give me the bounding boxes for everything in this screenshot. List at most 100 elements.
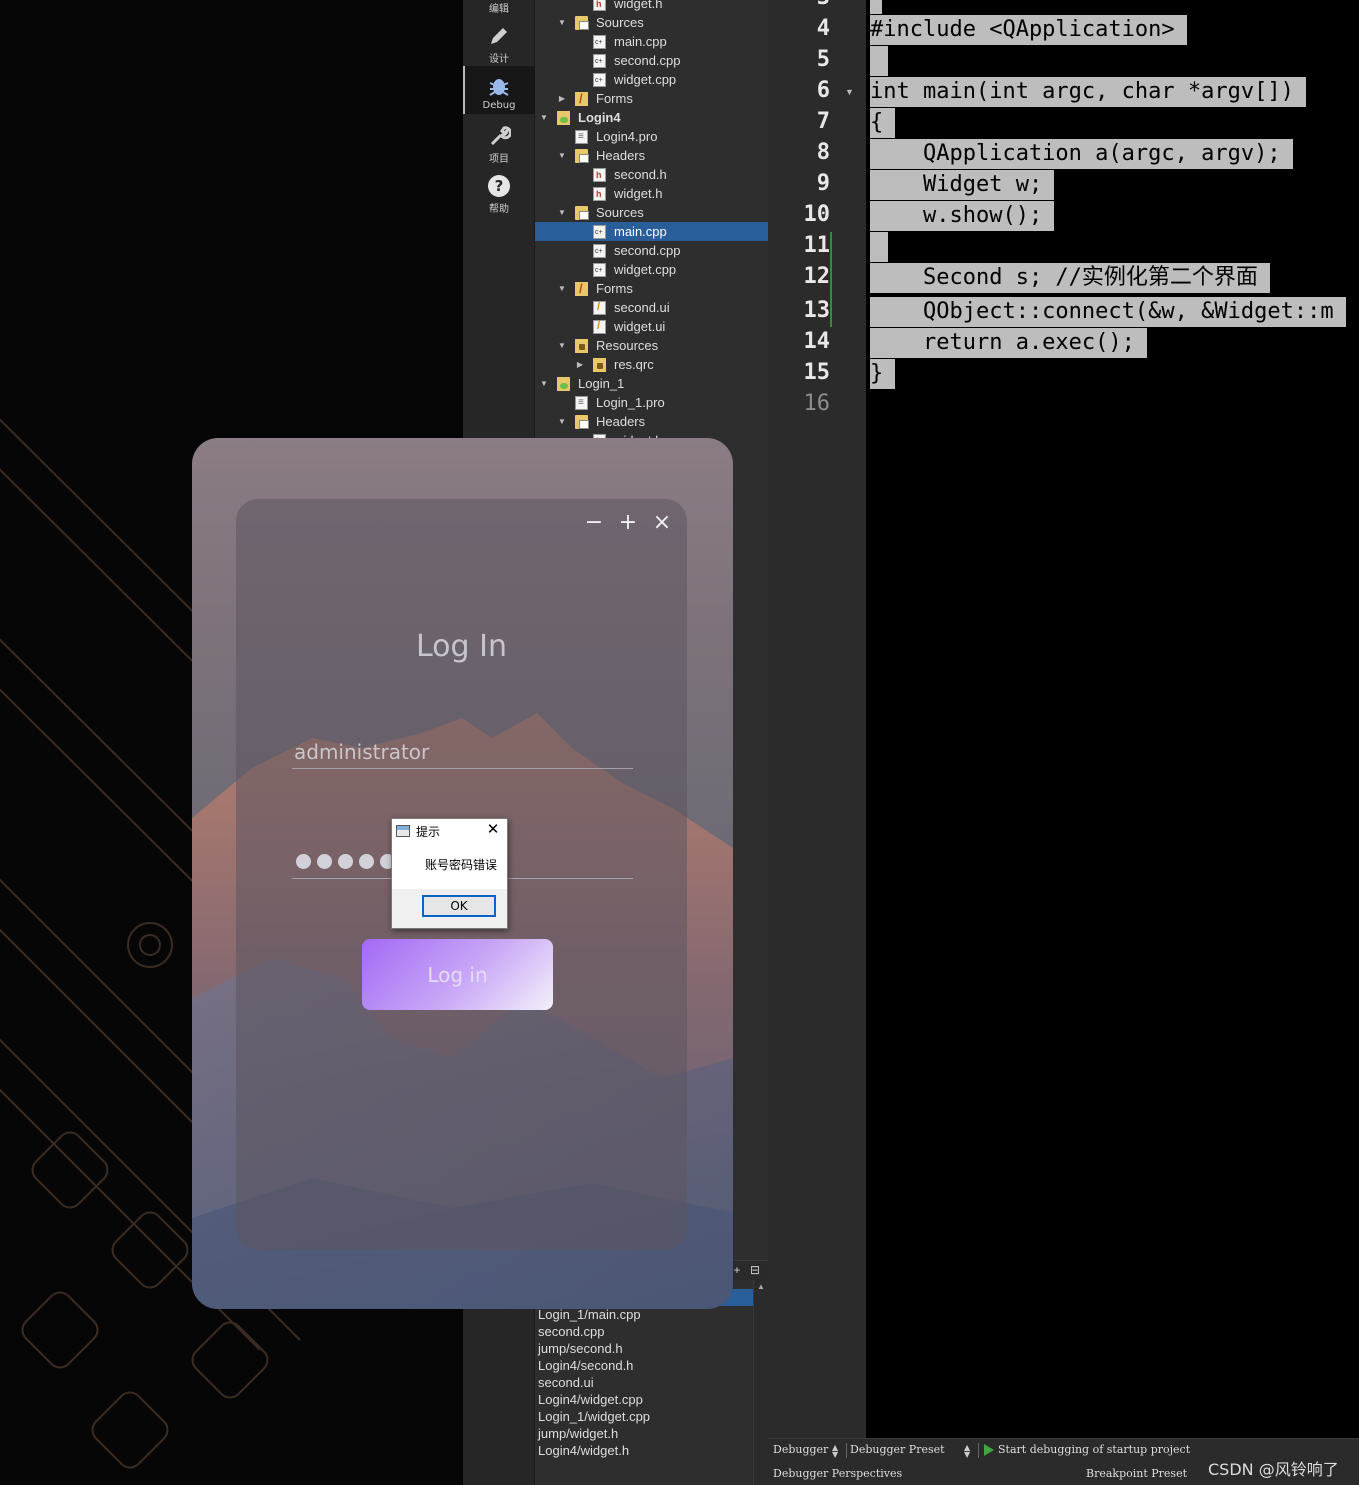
chevron-right-icon[interactable]: ▶ [575, 355, 585, 374]
tree-item[interactable]: Login_1.pro [535, 393, 768, 412]
ok-button[interactable]: OK [422, 895, 496, 917]
open-document-item[interactable]: second.ui [535, 1374, 753, 1391]
mode-help[interactable]: ? 帮助 [463, 174, 535, 216]
start-debugging-button[interactable]: Start debugging of startup project [998, 1440, 1190, 1460]
mode-design[interactable]: 设计 [463, 24, 535, 65]
breakpoint-preset[interactable]: Breakpoint Preset [1086, 1464, 1187, 1484]
line-number: 10 [803, 202, 831, 227]
spin-arrows-icon[interactable]: ▲ ▼ [832, 1444, 838, 1459]
line-number: 11 [803, 233, 831, 258]
code-line[interactable] [870, 0, 882, 14]
chevron-down-icon[interactable]: ▼ [557, 336, 567, 355]
open-document-item[interactable]: Login4/widget.h [535, 1442, 753, 1459]
username-input[interactable] [292, 735, 633, 769]
tree-item[interactable]: second.ui [535, 298, 768, 317]
tree-item-label: Login_1.pro [596, 395, 665, 410]
tree-item[interactable]: ▼ Headers [535, 146, 768, 165]
tree-item-label: widget.cpp [614, 262, 677, 277]
line-number: 7 [816, 109, 830, 134]
line-number: 13 [803, 298, 831, 323]
debugger-select[interactable]: Debugger [773, 1440, 828, 1460]
tree-item[interactable]: ▶ Forms [535, 89, 768, 108]
debugger-preset-select[interactable]: Debugger Preset [850, 1440, 945, 1460]
chevron-down-icon[interactable]: ▼ [557, 146, 567, 165]
tree-item[interactable]: ▼ Resources [535, 336, 768, 355]
mode-edit[interactable]: 编辑 [463, 0, 535, 16]
open-document-item[interactable]: Login4/second.h [535, 1357, 753, 1374]
svg-text:?: ? [495, 177, 504, 195]
tree-item[interactable]: widget.ui [535, 317, 768, 336]
tree-item[interactable]: ▼ Login4 [535, 108, 768, 127]
scroll-up-icon[interactable]: ▲ [757, 1282, 765, 1291]
code-line[interactable]: QApplication a(argc, argv); [870, 139, 1293, 169]
open-document-item[interactable]: jump/second.h [535, 1340, 753, 1357]
help-icon: ? [488, 175, 510, 197]
pencil-icon [491, 28, 507, 44]
chevron-down-icon[interactable]: ▼ [539, 374, 549, 393]
tree-item[interactable]: widget.h [535, 184, 768, 204]
tree-item[interactable]: ▼ Forms [535, 279, 768, 298]
mode-debug[interactable]: Debug [463, 66, 535, 114]
code-line[interactable]: Second s; //实例化第二个界面 [870, 263, 1270, 293]
chevron-down-icon[interactable]: ▼ [539, 108, 549, 127]
code-line[interactable]: } [870, 359, 896, 389]
code-line[interactable]: w.show(); [870, 201, 1055, 231]
code-line[interactable]: Widget w; [870, 170, 1055, 200]
close-pane-icon[interactable]: ⊟ [748, 1263, 762, 1277]
tree-item[interactable]: second.cpp [535, 241, 768, 261]
mode-label: 项目 [489, 154, 509, 165]
open-documents-scrollbar[interactable]: ▲ [753, 1280, 768, 1485]
file-icon [593, 33, 606, 52]
debugger-perspectives[interactable]: Debugger Perspectives [773, 1464, 902, 1484]
maximize-button[interactable]: + [616, 511, 640, 535]
file-icon [593, 261, 606, 280]
code-line[interactable] [870, 46, 888, 76]
fold-icon[interactable]: ▼ [845, 87, 854, 97]
tree-item-label: second.cpp [614, 243, 681, 258]
tree-item[interactable]: widget.cpp [535, 260, 768, 280]
tree-item-label: widget.h [614, 0, 663, 11]
code-line[interactable]: int main(int argc, char *argv[]) [870, 77, 1306, 107]
spin-arrows-icon[interactable]: ▲ ▼ [964, 1444, 970, 1459]
tree-item[interactable]: second.cpp [535, 51, 768, 71]
tree-item[interactable]: ▼ Login_1 [535, 374, 768, 393]
tree-item[interactable]: widget.cpp [535, 70, 768, 90]
chevron-down-icon[interactable]: ▼ [557, 279, 567, 298]
chevron-down-icon[interactable]: ▼ [557, 203, 567, 222]
code-line[interactable]: { [870, 108, 896, 138]
wrench-icon [490, 126, 511, 146]
close-button[interactable]: × [650, 511, 674, 535]
tree-item[interactable]: main.cpp [535, 32, 768, 52]
file-icon [593, 71, 606, 90]
code-editor[interactable]: #include <QApplication> int main(int argc… [866, 0, 1359, 1438]
tree-item[interactable]: ▼ Sources [535, 203, 768, 222]
tree-item[interactable]: second.h [535, 165, 768, 185]
open-document-item[interactable]: second.cpp [535, 1323, 753, 1340]
tree-item[interactable]: widget.h [535, 0, 768, 14]
tree-item[interactable]: ▶ res.qrc [535, 355, 768, 374]
chevron-right-icon[interactable]: ▶ [557, 89, 567, 108]
login-button[interactable]: Log in [362, 939, 553, 1010]
code-line[interactable]: #include <QApplication> [870, 15, 1187, 45]
tree-item[interactable]: ▼ Sources [535, 13, 768, 32]
open-document-item[interactable]: Login4/widget.cpp [535, 1391, 753, 1408]
close-icon[interactable]: ✕ [484, 821, 502, 839]
minimize-button[interactable]: − [582, 511, 606, 535]
mode-projects[interactable]: 项目 [463, 124, 535, 166]
chevron-down-icon[interactable]: ▼ [557, 13, 567, 32]
tree-item-label: Login_1 [578, 376, 625, 391]
file-icon [575, 339, 588, 353]
tree-item-label: res.qrc [614, 357, 654, 372]
tree-item[interactable]: Login4.pro [535, 127, 768, 146]
tree-item-label: Headers [596, 148, 646, 163]
code-line[interactable]: QObject::connect(&w, &Widget::m [870, 297, 1346, 327]
open-document-item[interactable]: Login_1/widget.cpp [535, 1408, 753, 1425]
tree-item[interactable]: ▼ Headers [535, 412, 768, 431]
chevron-down-icon[interactable]: ▼ [557, 412, 567, 431]
tree-item[interactable]: main.cpp [535, 222, 768, 242]
open-document-item[interactable]: jump/widget.h [535, 1425, 753, 1442]
code-line[interactable]: return a.exec(); [870, 328, 1147, 358]
message-box-title: 提示 [416, 825, 441, 839]
start-debug-icon[interactable] [984, 1444, 994, 1456]
code-line[interactable] [870, 232, 888, 262]
